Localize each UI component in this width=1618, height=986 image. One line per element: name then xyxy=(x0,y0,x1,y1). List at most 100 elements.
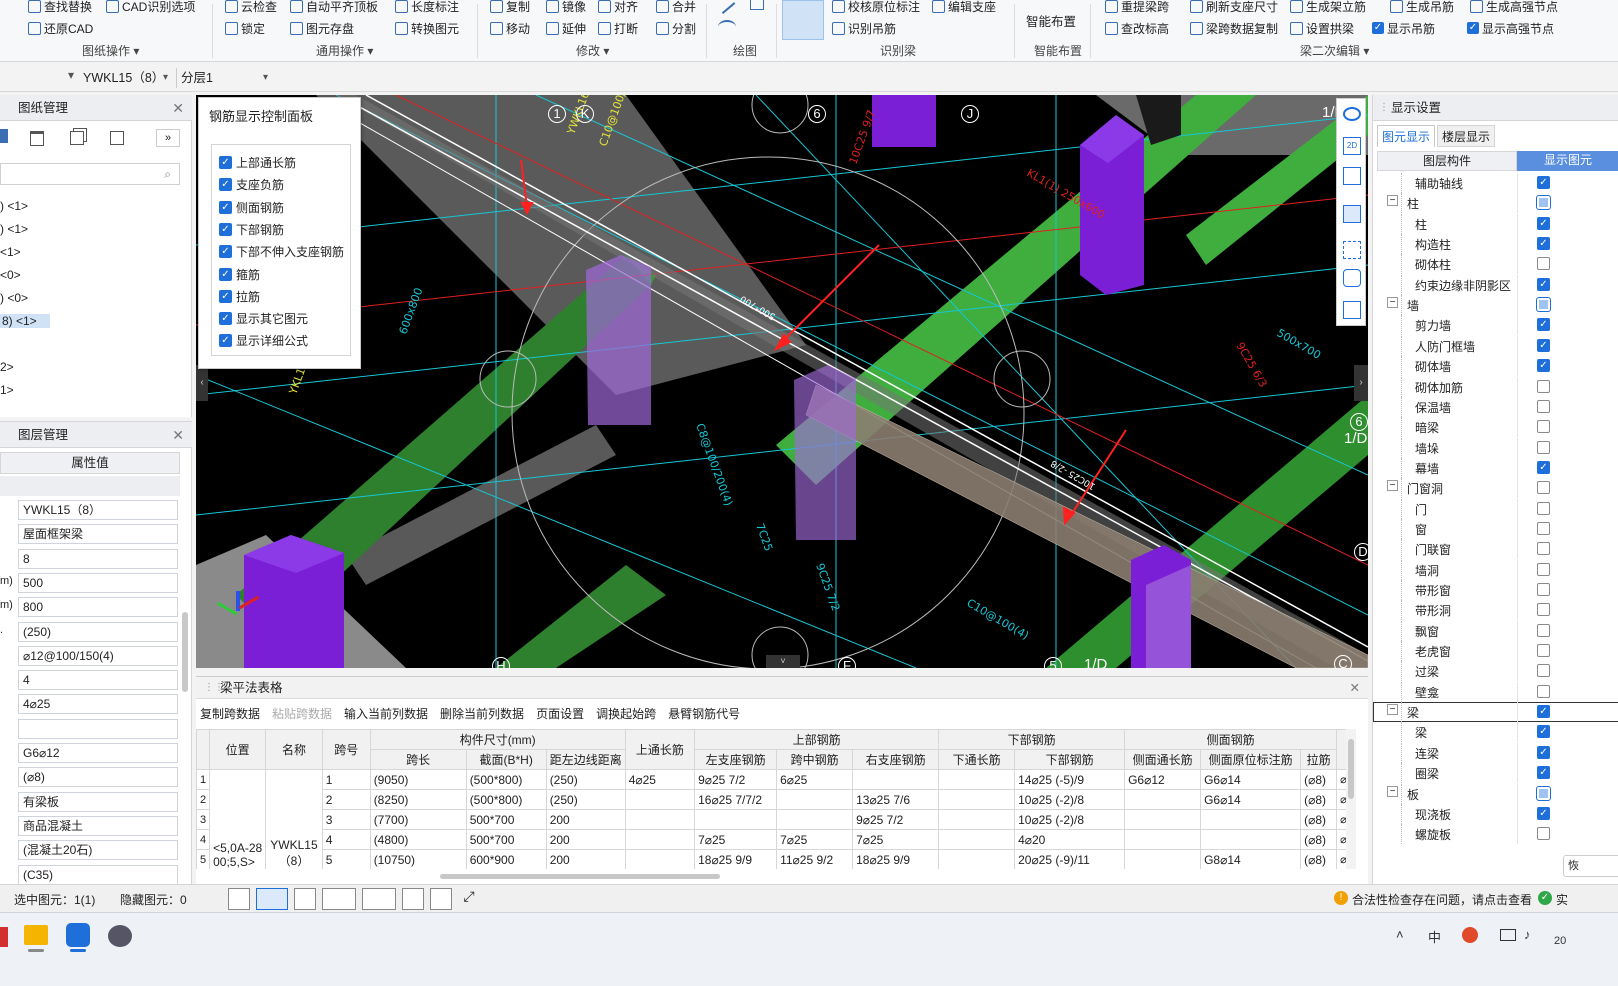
table-cell[interactable]: 4⌀25 xyxy=(624,769,696,790)
ribbon-button[interactable]: 转换图元 xyxy=(395,18,459,38)
display-tree-row[interactable]: 构造柱 ✓ xyxy=(1373,234,1618,255)
display-tree-row[interactable]: 幕墙 ✓ xyxy=(1373,457,1618,478)
checkbox-unchecked-icon[interactable] xyxy=(1536,785,1551,801)
table-cell[interactable]: (⌀8) xyxy=(1300,789,1338,810)
checkbox-checked-icon[interactable]: ✓ xyxy=(1537,725,1550,739)
table-cell[interactable] xyxy=(938,789,1016,810)
display-tree-row[interactable]: 约束边缘非阴影区 ✓ xyxy=(1373,274,1618,295)
drag-handle-icon[interactable]: ⋮⋮ xyxy=(204,677,224,699)
property-value-field[interactable]: (250) xyxy=(18,621,178,642)
ribbon-button[interactable]: 打断 xyxy=(598,18,638,38)
display-tree-row[interactable]: 现浇板 ✓ xyxy=(1373,803,1618,824)
collapse-bottom-handle[interactable]: ˅ xyxy=(766,655,800,668)
clock[interactable]: 20 xyxy=(1554,935,1566,947)
table-row[interactable]: 1 <5,0A-28 00;5,S> YWKL15 （8） 1 (9050) (500*8… xyxy=(196,769,1356,869)
property-value-field[interactable]: 500 xyxy=(18,572,178,593)
table-cell[interactable]: 200 xyxy=(545,829,626,850)
checkbox-unchecked-icon[interactable] xyxy=(1537,501,1550,515)
property-value-field[interactable]: ⌀12@100/150(4) xyxy=(18,645,178,666)
display-tree-row[interactable]: 梁 ✓ xyxy=(1373,722,1618,743)
ribbon-group-label[interactable]: 图纸操作 ▾ xyxy=(82,42,139,59)
display-tree-row[interactable]: 门 xyxy=(1373,498,1618,519)
table-scrollbar-thumb[interactable] xyxy=(1348,739,1354,799)
tray-display-icon[interactable] xyxy=(1500,929,1516,941)
property-value-field[interactable]: 4 xyxy=(18,670,178,691)
display-tree-row[interactable]: 壁龛 xyxy=(1373,681,1618,702)
table-cell[interactable]: 4⌀20 xyxy=(1014,829,1126,850)
table-toolbar-button[interactable]: 悬臂钢筋代号 xyxy=(668,705,740,725)
display-tree-row[interactable]: 连梁 ✓ xyxy=(1373,742,1618,763)
table-cell[interactable] xyxy=(1124,849,1202,869)
display-tree-row[interactable]: − 门窗洞 xyxy=(1373,478,1618,499)
table-row[interactable]: 5 5 (10750) 600*900 200 18⌀25 9/9 11⌀25 9/2 18⌀… xyxy=(196,849,1356,869)
file-explorer-icon[interactable] xyxy=(24,925,48,945)
checkbox-unchecked-icon[interactable] xyxy=(1536,297,1551,313)
table-toolbar-button[interactable]: 复制跨数据 xyxy=(200,705,260,725)
table-cell[interactable]: (4800) xyxy=(369,829,467,850)
taskbar-app-icon[interactable] xyxy=(0,927,8,947)
table-cell[interactable]: (250) xyxy=(545,769,626,790)
table-cell[interactable]: (250) xyxy=(545,789,626,810)
display-tree-row[interactable]: 人防门框墙 ✓ xyxy=(1373,335,1618,356)
checkbox-unchecked-icon[interactable] xyxy=(1537,521,1550,535)
table-row[interactable]: 3 3 (7700) 500*700 200 9⌀25 7/2 10⌀25 (-2)/8 (⌀… xyxy=(196,809,1356,830)
glodon-app-icon[interactable] xyxy=(66,923,90,947)
checkbox-unchecked-icon[interactable] xyxy=(1537,399,1550,413)
rebar-toggle-checkbox[interactable]: ✓ 显示详细公式 xyxy=(219,332,308,349)
table-cell-span[interactable]: 1 xyxy=(321,769,371,790)
checkbox-unchecked-icon[interactable] xyxy=(1537,440,1550,454)
element-dropdown[interactable]: YWKL15（8） ▾ xyxy=(80,68,172,88)
rectangle-draw-icon[interactable] xyxy=(750,0,764,10)
display-tree-row[interactable]: 圈梁 ✓ xyxy=(1373,763,1618,784)
table-cell[interactable]: 7⌀25 xyxy=(776,829,854,850)
display-tree-row[interactable]: − 板 xyxy=(1373,783,1618,804)
ribbon-button[interactable]: 查找替换 xyxy=(28,0,92,16)
checkbox-checked-icon[interactable]: ✓ xyxy=(1537,766,1550,780)
checkbox-checked-icon[interactable]: ✓ xyxy=(1537,176,1550,189)
ribbon-checkbox[interactable]: ✓ 显示高强节点 xyxy=(1467,18,1554,38)
check-ok-icon[interactable]: ✓ xyxy=(1538,891,1552,905)
table-toolbar-button[interactable]: 页面设置 xyxy=(536,705,584,725)
checkbox-checked-icon[interactable]: ✓ xyxy=(1537,745,1550,759)
checkbox-checked-icon[interactable]: ✓ xyxy=(1537,216,1550,230)
property-value-field[interactable]: G6⌀12 xyxy=(18,743,178,763)
table-row[interactable]: 4 4 (4800) 500*700 200 7⌀25 7⌀25 7⌀25 4⌀20 (⌀8) ⌀ xyxy=(196,829,1356,850)
table-row[interactable]: 2 2 (8250) (500*800) (250) 16⌀25 7/7/2 13⌀25 7… xyxy=(196,789,1356,810)
scrollbar[interactable] xyxy=(182,612,188,692)
property-value-field[interactable]: 8 xyxy=(18,548,178,569)
display-tree-row[interactable]: 老虎窗 xyxy=(1373,641,1618,662)
table-cell[interactable]: 7⌀25 xyxy=(694,829,778,850)
display-tree-row[interactable]: 暗梁 xyxy=(1373,417,1618,438)
property-value-field[interactable] xyxy=(18,718,178,739)
ribbon-group-label[interactable]: 通用操作 ▾ xyxy=(316,42,373,59)
ribbon-button[interactable]: 重提梁跨 xyxy=(1105,0,1169,16)
checkbox-unchecked-icon[interactable] xyxy=(1537,562,1550,576)
table-cell[interactable] xyxy=(1200,829,1302,850)
checkbox-unchecked-icon[interactable] xyxy=(1537,257,1550,271)
display-tree-row[interactable]: 墙洞 xyxy=(1373,559,1618,580)
display-tree-row[interactable]: 柱 ✓ xyxy=(1373,213,1618,234)
rebar-toggle-checkbox[interactable]: ✓ 下部不伸入支座钢筋 xyxy=(219,243,344,260)
app-avatar-icon[interactable] xyxy=(108,925,132,947)
angle-snap-icon[interactable] xyxy=(322,888,356,910)
ribbon-button[interactable]: 梁跨数据复制 xyxy=(1190,18,1278,38)
table-cell[interactable]: G8⌀14 xyxy=(1200,849,1302,869)
table-cell[interactable]: G6⌀14 xyxy=(1200,789,1302,810)
checkbox-unchecked-icon[interactable] xyxy=(1537,623,1550,637)
table-cell[interactable]: (⌀8) xyxy=(1300,849,1338,869)
expand-more-icon[interactable]: » xyxy=(156,129,180,147)
ribbon-button[interactable]: 对齐 xyxy=(598,0,638,16)
table-cell[interactable]: 9⌀25 7/2 xyxy=(852,809,940,830)
layer-toggle-icon[interactable] xyxy=(402,888,424,910)
ribbon-button[interactable]: 云检查 xyxy=(225,0,277,16)
table-cell[interactable]: 14⌀25 (-5)/9 xyxy=(1014,769,1126,790)
dimension-icon[interactable] xyxy=(362,888,396,910)
copy-icon[interactable] xyxy=(70,131,84,145)
rebar-toggle-checkbox[interactable]: ✓ 显示其它图元 xyxy=(219,310,308,327)
ribbon-button[interactable]: 生成吊筋 xyxy=(1390,0,1454,16)
ribbon-button[interactable]: 镜像 xyxy=(546,0,586,16)
view-2d-icon[interactable]: 2D xyxy=(1343,137,1361,155)
ribbon-button[interactable]: 生成架立筋 xyxy=(1290,0,1366,16)
table-toolbar-button[interactable]: 输入当前列数据 xyxy=(344,705,428,725)
drawing-search-input[interactable]: ⌕ xyxy=(0,163,180,185)
